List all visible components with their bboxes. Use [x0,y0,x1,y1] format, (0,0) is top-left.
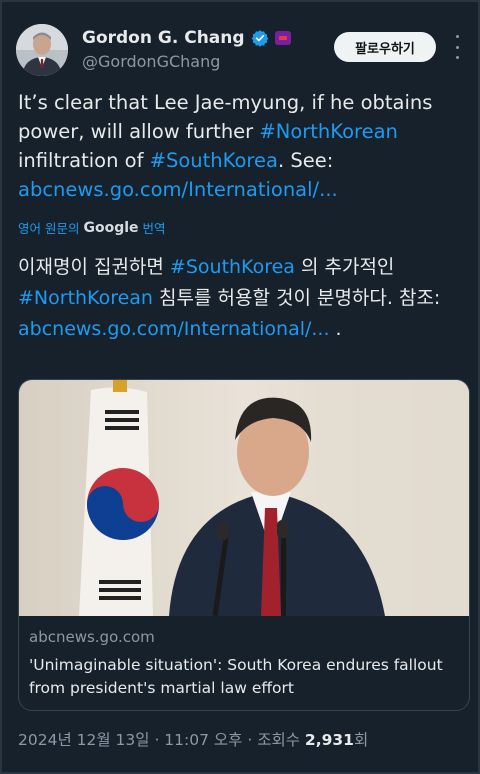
translation-prefix: 영어 원문의 [18,221,80,236]
tweet-meta: 2024년 12월 13일 · 11:07 오후 · 조회수 2,931회 [18,728,368,750]
translation-text-2: 의 추가적인 [294,256,395,278]
translation-link[interactable]: abcnews.go.com/International/... [18,318,330,340]
tweet-text-2: infiltration of [18,149,150,172]
verified-badge-icon [251,30,268,47]
tweet-text-3: . See: [277,149,334,172]
google-logo: Google [83,219,139,236]
affiliation-badge-icon[interactable] [274,31,291,45]
translation-attribution[interactable]: 영어 원문의 Google 번역 [18,218,166,237]
more-icon[interactable] [448,35,466,59]
tweet-text: It’s clear that Lee Jae-myung, if he obt… [18,88,470,204]
author-avatar[interactable] [16,24,68,76]
translation-hashtag-northkorean[interactable]: #NorthKorean [18,287,153,309]
hashtag-southkorea[interactable]: #SouthKorea [150,149,278,172]
view-count: 2,931 [304,731,354,749]
translation-text-4: . [329,318,342,340]
link-domain: abcnews.go.com [29,628,155,646]
article-photo[interactable] [19,380,469,616]
translation-hashtag-southkorea[interactable]: #SouthKorea [170,256,295,278]
hashtag-northkorean[interactable]: #NorthKorean [259,120,398,143]
timestamp[interactable]: 2024년 12월 13일 · 11:07 오후 · 조회수 [18,731,305,749]
tweet-card: Gordon G. Chang @GordonGChang 팔로우하기 It’s… [0,0,480,774]
translation-text-3: 침투를 허용할 것이 분명하다. 참조: [152,287,441,309]
author-name-row: Gordon G. Chang [82,28,291,48]
translation-text-1: 이재명이 집권하면 [18,256,170,278]
translated-text: 이재명이 집권하면 #SouthKorea 의 추가적인 #NorthKorea… [18,252,470,345]
link-card[interactable]: abcnews.go.com 'Unimaginable situation':… [18,379,470,711]
translation-suffix: 번역 [142,221,166,236]
view-count-suffix: 회 [353,731,369,749]
author-name[interactable]: Gordon G. Chang [82,28,245,48]
tweet-link[interactable]: abcnews.go.com/International/... [18,178,338,201]
follow-button[interactable]: 팔로우하기 [334,32,436,62]
link-title: 'Unimaginable situation': South Korea en… [29,656,443,697]
avatar-photo [16,24,68,76]
author-handle[interactable]: @GordonGChang [82,52,220,71]
